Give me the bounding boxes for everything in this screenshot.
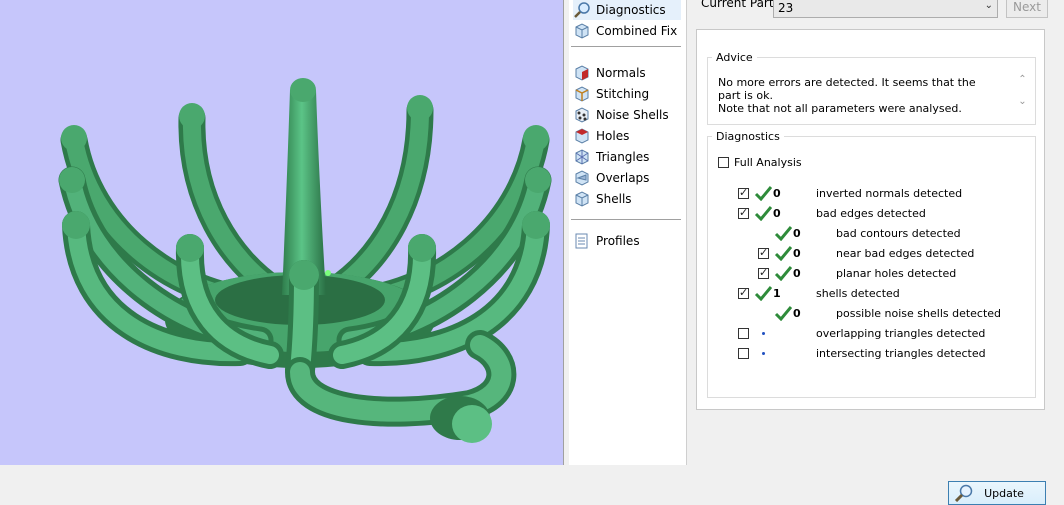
stitching-cube-icon [573, 85, 591, 103]
noise-shells-icon [573, 106, 591, 124]
diagnostics-card: Advice No more errors are detected. It s… [696, 29, 1046, 505]
diagnostic-text: bad contours detected [836, 227, 961, 240]
profiles-icon [573, 232, 591, 250]
nav-item-overlaps[interactable]: Overlaps [573, 168, 649, 188]
overlaps-cube-icon [573, 169, 591, 187]
advice-title: Advice [716, 51, 753, 64]
ok-check-icon [774, 306, 792, 321]
diagnostic-text: overlapping triangles detected [816, 327, 986, 340]
diagnostic-row-checkbox[interactable] [758, 266, 769, 279]
nav-item-triangles[interactable]: Triangles [573, 147, 649, 167]
diagnostics-group: Diagnostics Full Analysis 0 inverted norm… [707, 130, 1046, 505]
triangles-cube-icon [573, 148, 591, 166]
part-model-render [58, 78, 552, 443]
diagnostic-count: 0 [773, 207, 781, 220]
diagnostic-row-checkbox[interactable] [738, 328, 749, 339]
diagnostic-count: 0 [793, 227, 801, 240]
full-analysis-label: Full Analysis [734, 156, 802, 169]
next-button[interactable]: Next [1006, 0, 1048, 18]
diagnostic-text: inverted normals detected [816, 187, 963, 200]
diagnostic-count: 0 [793, 307, 801, 320]
normals-cube-icon [573, 64, 591, 82]
current-part-label: Current Part: [701, 0, 778, 10]
diagnostic-count: 0 [793, 247, 801, 260]
3d-viewport[interactable] [0, 0, 563, 465]
nav-item-holes[interactable]: Holes [573, 126, 629, 146]
ok-check-icon [754, 286, 772, 301]
diagnostic-count: 0 [793, 267, 801, 280]
diagnostic-count: 0 [773, 187, 781, 200]
scroll-up-icon[interactable]: ⌃ [1016, 74, 1029, 96]
holes-cube-icon [573, 127, 591, 145]
advice-scrollbar[interactable]: ⌃ ⌄ [1016, 74, 1029, 118]
diagnostic-text: shells detected [816, 287, 900, 300]
advice-text: No more errors are detected. It seems th… [718, 76, 976, 115]
diagnostic-row-checkbox[interactable] [738, 348, 749, 359]
scroll-down-icon[interactable]: ⌄ [1016, 96, 1029, 118]
pending-dot-icon [762, 332, 765, 335]
diagnostic-row-checkbox[interactable] [738, 206, 749, 219]
ok-check-icon [774, 266, 792, 281]
diagnostic-row-checkbox[interactable] [758, 246, 769, 259]
diagnostic-text: planar holes detected [836, 267, 957, 280]
ok-check-icon [754, 206, 772, 221]
nav-item-diagnostics[interactable]: Diagnostics [573, 0, 681, 20]
repair-nav-panel: Diagnostics Combined Fix Normals Stitchi… [569, 0, 687, 465]
nav-item-shells[interactable]: Shells [573, 189, 632, 209]
ok-check-icon [774, 246, 792, 261]
nav-divider [571, 219, 681, 220]
nav-item-noise-shells[interactable]: Noise Shells [573, 105, 669, 125]
diagnostic-count: 1 [773, 287, 781, 300]
diagnostics-title: Diagnostics [716, 130, 780, 143]
diagnostic-text: intersecting triangles detected [816, 347, 986, 360]
diagnostic-text: possible noise shells detected [836, 307, 1002, 320]
diagnostic-row-checkbox[interactable] [738, 186, 749, 199]
nav-item-profiles[interactable]: Profiles [573, 231, 640, 251]
ok-check-icon [774, 226, 792, 241]
update-button[interactable]: Update [948, 481, 1046, 505]
nav-item-normals[interactable]: Normals [573, 63, 646, 83]
diagnostic-text: near bad edges detected [836, 247, 975, 260]
diagnostics-page: Current Part: 23 ⌄ Next Advice No more e… [687, 0, 1064, 505]
pending-dot-icon [762, 352, 765, 355]
advice-group: Advice No more errors are detected. It s… [707, 51, 1036, 125]
cube-icon [573, 22, 591, 40]
chevron-down-icon: ⌄ [984, 0, 993, 11]
nav-divider [571, 46, 681, 47]
shells-cube-icon [573, 190, 591, 208]
ok-check-icon [754, 186, 772, 201]
magnifier-icon [573, 1, 591, 19]
diagnostic-text: bad edges detected [816, 207, 926, 220]
nav-item-combined-fix[interactable]: Combined Fix [573, 21, 677, 41]
diagnostic-row-checkbox[interactable] [738, 286, 749, 299]
full-analysis-checkbox[interactable] [718, 157, 729, 168]
current-part-select[interactable]: 23 ⌄ [773, 0, 998, 18]
nav-item-stitching[interactable]: Stitching [573, 84, 649, 104]
